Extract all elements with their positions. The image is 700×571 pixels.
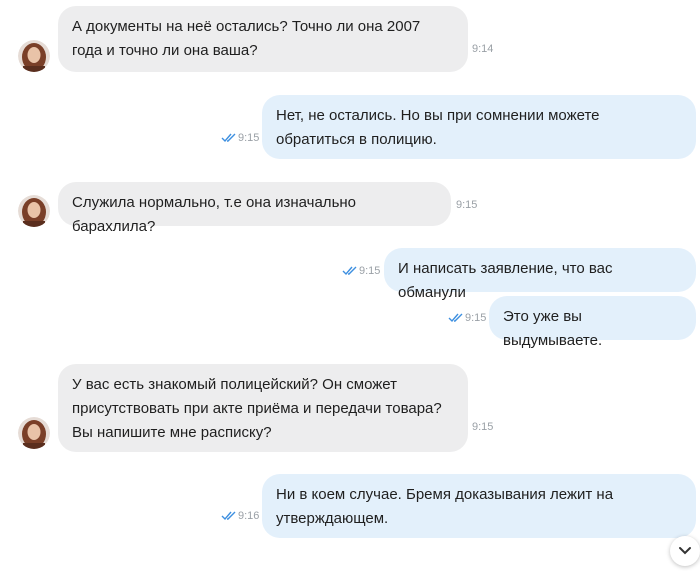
message-time: 9:15	[456, 199, 478, 211]
message-bubble-outgoing[interactable]: Это уже вы выдумываете.	[489, 296, 696, 349]
message-text: Нет, не остались. Но вы при сомнении мож…	[276, 107, 600, 148]
message-text: Служила нормально, т.е она изначально ба…	[72, 194, 357, 235]
avatar[interactable]	[18, 40, 50, 72]
message-bubble-incoming[interactable]: Служила нормально, т.е она изначально ба…	[58, 182, 451, 235]
message-bubble-outgoing[interactable]: Нет, не остались. Но вы при сомнении мож…	[262, 95, 696, 159]
message-time: 9:15	[465, 312, 487, 324]
message-text: А документы на неё остались? Точно ли он…	[72, 18, 421, 59]
message-bubble-incoming[interactable]: А документы на неё остались? Точно ли он…	[58, 6, 468, 72]
message-time: 9:15	[238, 132, 260, 144]
chevron-down-icon	[679, 547, 691, 555]
avatar[interactable]	[18, 417, 50, 449]
double-check-icon	[221, 133, 236, 143]
double-check-icon	[221, 511, 236, 521]
message-text: Это уже вы выдумываете.	[503, 308, 603, 349]
avatar[interactable]	[18, 195, 50, 227]
message-bubble-outgoing[interactable]: Ни в коем случае. Бремя доказывания лежи…	[262, 474, 696, 538]
message-bubble-incoming[interactable]: У вас есть знакомый полицейский? Он смож…	[58, 364, 468, 452]
message-time: 9:15	[472, 421, 494, 433]
message-time: 9:14	[472, 43, 494, 55]
message-bubble-outgoing[interactable]: И написать заявление, что вас обманули	[384, 248, 696, 301]
message-time: 9:15	[359, 265, 381, 277]
scroll-down-button[interactable]	[670, 536, 700, 566]
double-check-icon	[448, 313, 463, 323]
message-text: Ни в коем случае. Бремя доказывания лежи…	[276, 486, 614, 527]
double-check-icon	[342, 266, 357, 276]
message-text: У вас есть знакомый полицейский? Он смож…	[72, 376, 442, 441]
message-text: И написать заявление, что вас обманули	[398, 260, 613, 301]
message-time: 9:16	[238, 510, 260, 522]
